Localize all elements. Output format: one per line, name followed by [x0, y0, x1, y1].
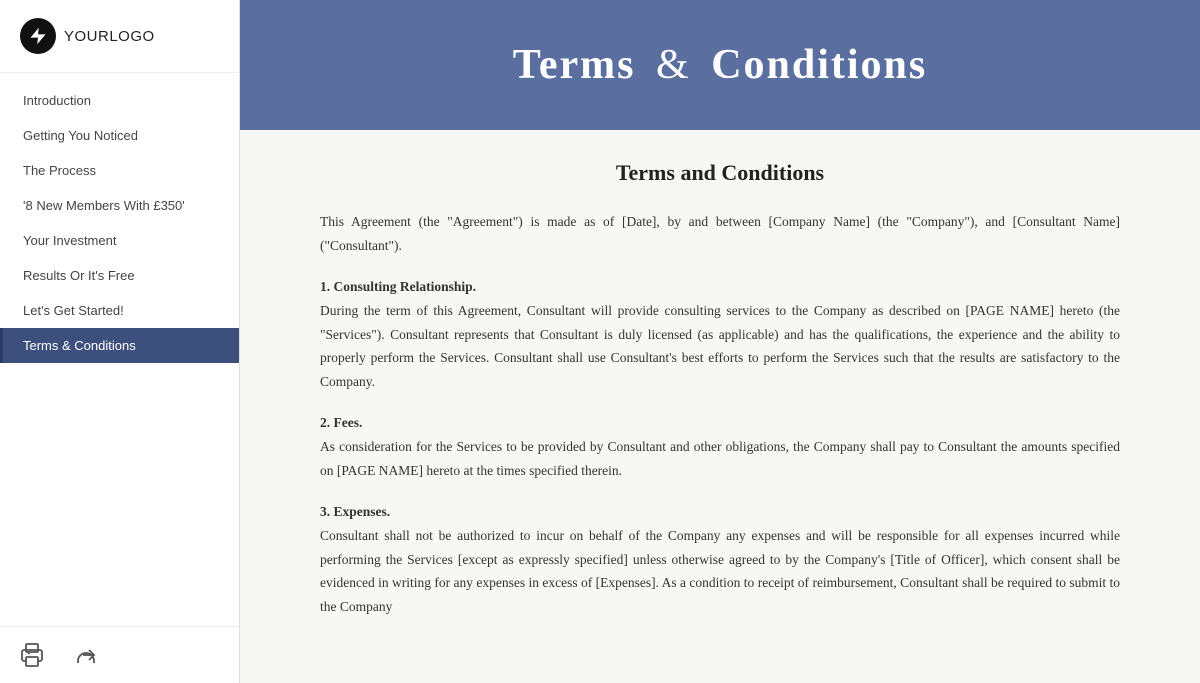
section2-body: As consideration for the Services to be …: [320, 439, 1120, 478]
logo-text: YOURLOGO: [64, 28, 155, 45]
sidebar-item-6[interactable]: Let's Get Started!: [0, 293, 239, 328]
section3-paragraph: 3. Expenses. Consultant shall not be aut…: [320, 500, 1120, 618]
section1-title: 1. Consulting Relationship.: [320, 279, 476, 294]
print-button[interactable]: [20, 643, 44, 667]
sidebar-item-1[interactable]: Getting You Noticed: [0, 118, 239, 153]
banner-title-part1: Terms: [513, 42, 636, 88]
share-button[interactable]: [74, 643, 98, 667]
section2-title: 2. Fees.: [320, 415, 362, 430]
sidebar-item-5[interactable]: Results Or It's Free: [0, 258, 239, 293]
banner-ampersand: &: [656, 42, 691, 88]
sidebar-item-4[interactable]: Your Investment: [0, 223, 239, 258]
content-body: This Agreement (the "Agreement") is made…: [320, 210, 1120, 618]
section1-paragraph: 1. Consulting Relationship. During the t…: [320, 275, 1120, 393]
sidebar: YOURLOGO IntroductionGetting You Noticed…: [0, 0, 240, 683]
intro-paragraph: This Agreement (the "Agreement") is made…: [320, 210, 1120, 257]
section3-title: 3. Expenses.: [320, 504, 390, 519]
sidebar-item-3[interactable]: '8 New Members With £350': [0, 188, 239, 223]
sidebar-actions: [0, 626, 239, 683]
sidebar-nav: IntroductionGetting You NoticedThe Proce…: [0, 73, 239, 626]
sidebar-item-7[interactable]: Terms & Conditions: [0, 328, 239, 363]
section1-body: During the term of this Agreement, Consu…: [320, 303, 1120, 389]
section2-paragraph: 2. Fees. As consideration for the Servic…: [320, 411, 1120, 482]
logo-area: YOURLOGO: [0, 0, 239, 73]
header-banner: Terms & Conditions: [240, 0, 1200, 130]
logo-light: LOGO: [109, 28, 154, 45]
banner-title-part2: Conditions: [711, 42, 927, 88]
logo-bold: YOUR: [64, 28, 109, 45]
logo-icon: [20, 18, 56, 54]
section3-body: Consultant shall not be authorized to in…: [320, 528, 1120, 614]
banner-title: Terms & Conditions: [513, 41, 928, 89]
main-content: Terms & Conditions Terms and Conditions …: [240, 0, 1200, 683]
sidebar-item-0[interactable]: Introduction: [0, 83, 239, 118]
content-title: Terms and Conditions: [320, 160, 1120, 186]
content-area: Terms and Conditions This Agreement (the…: [240, 130, 1200, 683]
sidebar-item-2[interactable]: The Process: [0, 153, 239, 188]
